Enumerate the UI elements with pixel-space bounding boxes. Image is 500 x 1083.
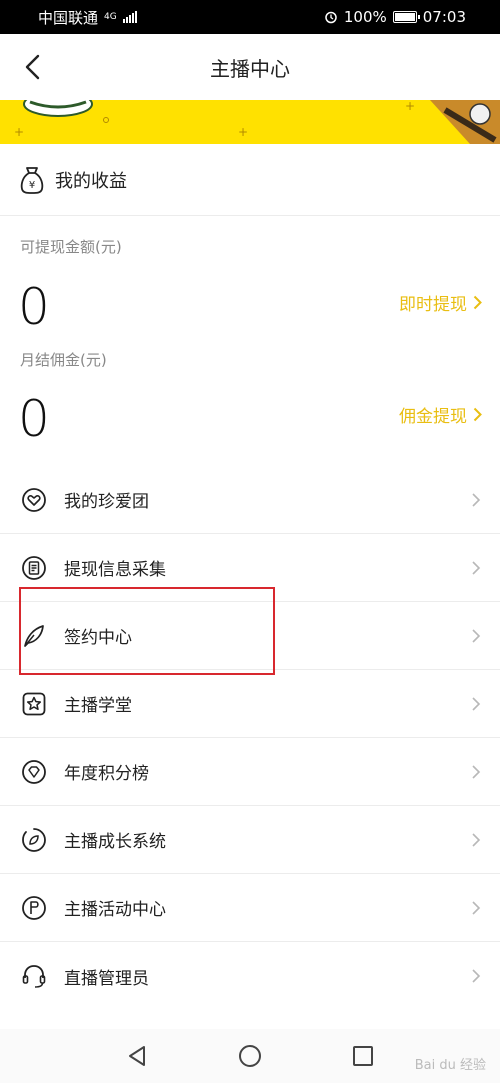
chevron-left-icon	[25, 54, 40, 80]
battery-icon	[392, 11, 420, 23]
triangle-back-icon	[128, 1046, 145, 1066]
commission-label: 月结佣金(元)	[20, 351, 107, 369]
menu-label: 主播成长系统	[64, 832, 166, 852]
chevron-right-icon	[470, 694, 482, 714]
instant-withdraw-label: 即时提现	[399, 295, 467, 315]
menu-label: 直播管理员	[64, 968, 149, 989]
svg-text:+: +	[405, 100, 415, 113]
signal-icon	[122, 11, 137, 23]
svg-text:¥: ¥	[29, 180, 35, 191]
menu-item-activity-center[interactable]: 主播活动中心	[0, 874, 500, 942]
nav-bar: 主播中心	[0, 34, 500, 100]
menu-item-contract-center[interactable]: 签约中心	[0, 602, 500, 670]
chevron-right-icon	[470, 762, 482, 782]
battery-percent: 100%	[343, 8, 387, 26]
star-square-icon	[20, 690, 48, 718]
carrier-name: 中国联通	[38, 8, 99, 27]
money-bag-icon: ¥	[20, 166, 44, 194]
menu-item-growth-system[interactable]: 主播成长系统	[0, 806, 500, 874]
circle-home-icon	[238, 1045, 261, 1067]
alarm-icon	[325, 11, 337, 24]
heart-circle-icon	[20, 486, 48, 514]
svg-text:+: +	[14, 125, 24, 139]
menu-label: 主播学堂	[64, 696, 132, 716]
menu-item-live-admin[interactable]: 直播管理员	[0, 942, 500, 1010]
commission-withdraw-link[interactable]: 佣金提现	[399, 402, 482, 427]
svg-text:+: +	[238, 125, 248, 139]
watermark-text: Bai du 经验	[414, 1058, 486, 1073]
status-bar: 中国联通 4G 100% 07:03	[0, 0, 500, 34]
chevron-right-icon	[470, 558, 482, 578]
menu-item-withdraw-info[interactable]: 提现信息采集	[0, 534, 500, 602]
system-back-button[interactable]	[117, 1036, 157, 1076]
menu-label: 年度积分榜	[64, 764, 149, 784]
banner-illustration: + + +	[14, 100, 500, 144]
system-home-button[interactable]	[230, 1036, 270, 1076]
commission-value: 0	[18, 390, 50, 448]
menu-item-anchor-academy[interactable]: 主播学堂	[0, 670, 500, 738]
menu-label: 提现信息采集	[64, 560, 166, 580]
headset-icon	[20, 962, 48, 990]
square-recents-icon	[353, 1046, 374, 1066]
chevron-right-icon	[470, 490, 482, 510]
chevron-right-icon	[470, 966, 482, 986]
withdrawable-value: 0	[18, 278, 50, 336]
earnings-header: ¥ 我的收益	[0, 144, 500, 216]
leaf-circle-icon	[20, 826, 48, 854]
clock-time: 07:03	[422, 8, 466, 26]
chevron-right-icon	[470, 830, 482, 850]
menu-label: 主播活动中心	[64, 900, 166, 920]
menu-label: 签约中心	[64, 628, 132, 648]
diamond-circle-icon	[20, 758, 48, 786]
instant-withdraw-link[interactable]: 即时提现	[399, 290, 482, 315]
banner-image[interactable]: + + +	[0, 100, 500, 144]
earnings-title: 我的收益	[55, 170, 127, 192]
feather-icon	[20, 622, 48, 650]
page-title: 主播中心	[210, 56, 290, 81]
anchor-menu-list: 我的珍爱团 提现信息采集 签约中心 主播学堂 年度积分榜 主播成长系统 主播活动…	[0, 466, 500, 1010]
menu-item-fan-club[interactable]: 我的珍爱团	[0, 466, 500, 534]
commission-withdraw-label: 佣金提现	[399, 407, 467, 427]
back-button[interactable]	[12, 47, 52, 87]
flag-circle-icon	[20, 894, 48, 922]
network-type: 4G	[104, 12, 117, 22]
chevron-right-icon	[473, 295, 482, 310]
menu-item-annual-ranking[interactable]: 年度积分榜	[0, 738, 500, 806]
menu-label: 我的珍爱团	[64, 492, 149, 512]
document-circle-icon	[20, 554, 48, 582]
withdrawable-label: 可提现金额(元)	[20, 238, 122, 256]
chevron-right-icon	[473, 407, 482, 422]
chevron-right-icon	[470, 626, 482, 646]
chevron-right-icon	[470, 898, 482, 918]
system-recents-button[interactable]	[343, 1036, 383, 1076]
